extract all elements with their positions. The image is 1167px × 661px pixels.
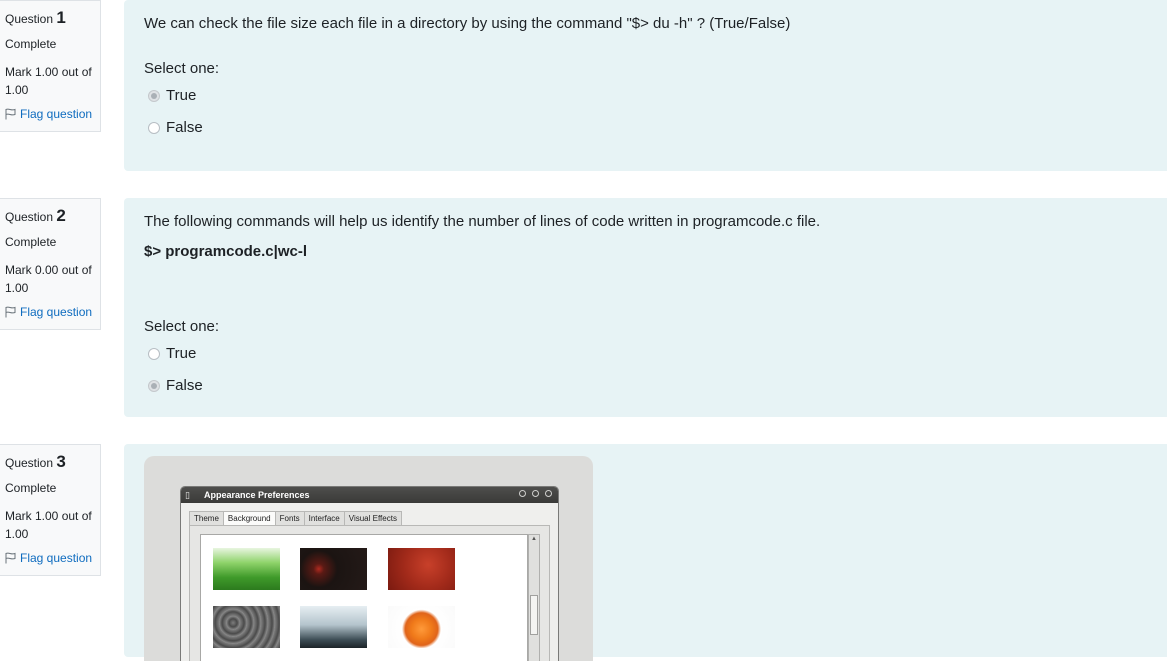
- option-label: False: [166, 377, 203, 394]
- question-2-content: The following commands will help us iden…: [124, 198, 1167, 417]
- question-number-value: 3: [56, 452, 66, 471]
- question-grade: Mark 1.00 out of 1.00: [5, 509, 92, 541]
- wallpaper-thumbnail: [300, 606, 367, 648]
- question-label: Question: [5, 12, 54, 26]
- flag-question-link[interactable]: Flag question: [5, 305, 100, 319]
- flag-question-label: Flag question: [20, 305, 93, 319]
- scroll-up-icon: ▲: [531, 536, 537, 542]
- option-true[interactable]: True: [148, 87, 196, 104]
- app-icon: ▯: [185, 489, 190, 500]
- option-true[interactable]: True: [148, 345, 196, 362]
- option-false[interactable]: False: [148, 119, 203, 136]
- flag-icon: [5, 552, 16, 564]
- radio-true[interactable]: [148, 347, 160, 360]
- question-grade: Mark 0.00 out of 1.00: [5, 263, 92, 295]
- select-one-prompt: Select one:: [144, 60, 220, 77]
- question-grade: Mark 1.00 out of 1.00: [5, 65, 92, 97]
- wallpaper-thumbnail: [300, 548, 367, 590]
- option-label: True: [166, 345, 197, 362]
- option-label: False: [166, 119, 203, 136]
- question-number: Question 3: [5, 453, 100, 472]
- question-1-content: We can check the file size each file in …: [124, 0, 1167, 171]
- window-buttons: [519, 490, 552, 497]
- wallpaper-thumbnail: [388, 548, 455, 590]
- question-3-content: ▯ Appearance Preferences Theme Backgroun…: [124, 444, 1167, 661]
- window-title: Appearance Preferences: [204, 490, 310, 500]
- question-label: Question: [5, 210, 54, 224]
- flag-question-label: Flag question: [20, 551, 93, 565]
- select-one-prompt: Select one:: [144, 318, 220, 335]
- question-number-value: 1: [56, 8, 66, 27]
- appearance-preferences-window: ▯ Appearance Preferences Theme Backgroun…: [180, 486, 559, 661]
- tab-background: Background: [222, 511, 276, 526]
- question-text: We can check the file size each file in …: [144, 15, 791, 32]
- question-screenshot-image: ▯ Appearance Preferences Theme Backgroun…: [144, 456, 593, 661]
- window-titlebar: ▯ Appearance Preferences: [181, 487, 558, 503]
- radio-true[interactable]: [148, 89, 160, 102]
- command-code: $> programcode.c|wc-l: [144, 243, 308, 260]
- wallpaper-grid: [200, 534, 528, 661]
- window-tabs: Theme Background Fonts Interface Visual …: [189, 511, 402, 526]
- wallpaper-thumbnail: [388, 606, 455, 648]
- radio-false[interactable]: [148, 379, 160, 392]
- flag-icon: [5, 306, 16, 318]
- option-label: True: [166, 87, 197, 104]
- flag-question-link[interactable]: Flag question: [5, 107, 100, 121]
- flag-question-label: Flag question: [20, 107, 93, 121]
- question-1-info: Question 1 Complete Mark 1.00 out of 1.0…: [0, 0, 101, 132]
- wallpaper-thumbnail: [213, 548, 280, 590]
- tab-visual-effects: Visual Effects: [343, 511, 402, 526]
- question-3-info: Question 3 Complete Mark 1.00 out of 1.0…: [0, 444, 101, 576]
- wallpaper-scrollbar: ▲: [528, 534, 540, 661]
- question-number: Question 2: [5, 207, 100, 226]
- question-state: Complete: [5, 37, 57, 51]
- option-false[interactable]: False: [148, 377, 203, 394]
- tab-interface: Interface: [303, 511, 345, 526]
- question-number-value: 2: [56, 206, 66, 225]
- question-number: Question 1: [5, 9, 100, 28]
- background-panel: ▲: [189, 525, 550, 661]
- tab-fonts: Fonts: [274, 511, 305, 526]
- wallpaper-thumbnail: [213, 606, 280, 648]
- flag-question-link[interactable]: Flag question: [5, 551, 100, 565]
- flag-icon: [5, 108, 16, 120]
- question-state: Complete: [5, 235, 57, 249]
- scrollbar-thumb: [530, 595, 538, 635]
- tab-theme: Theme: [189, 511, 224, 526]
- question-2-info: Question 2 Complete Mark 0.00 out of 1.0…: [0, 198, 101, 330]
- question-label: Question: [5, 456, 54, 470]
- radio-false[interactable]: [148, 121, 160, 134]
- question-text: The following commands will help us iden…: [144, 213, 821, 230]
- question-state: Complete: [5, 481, 57, 495]
